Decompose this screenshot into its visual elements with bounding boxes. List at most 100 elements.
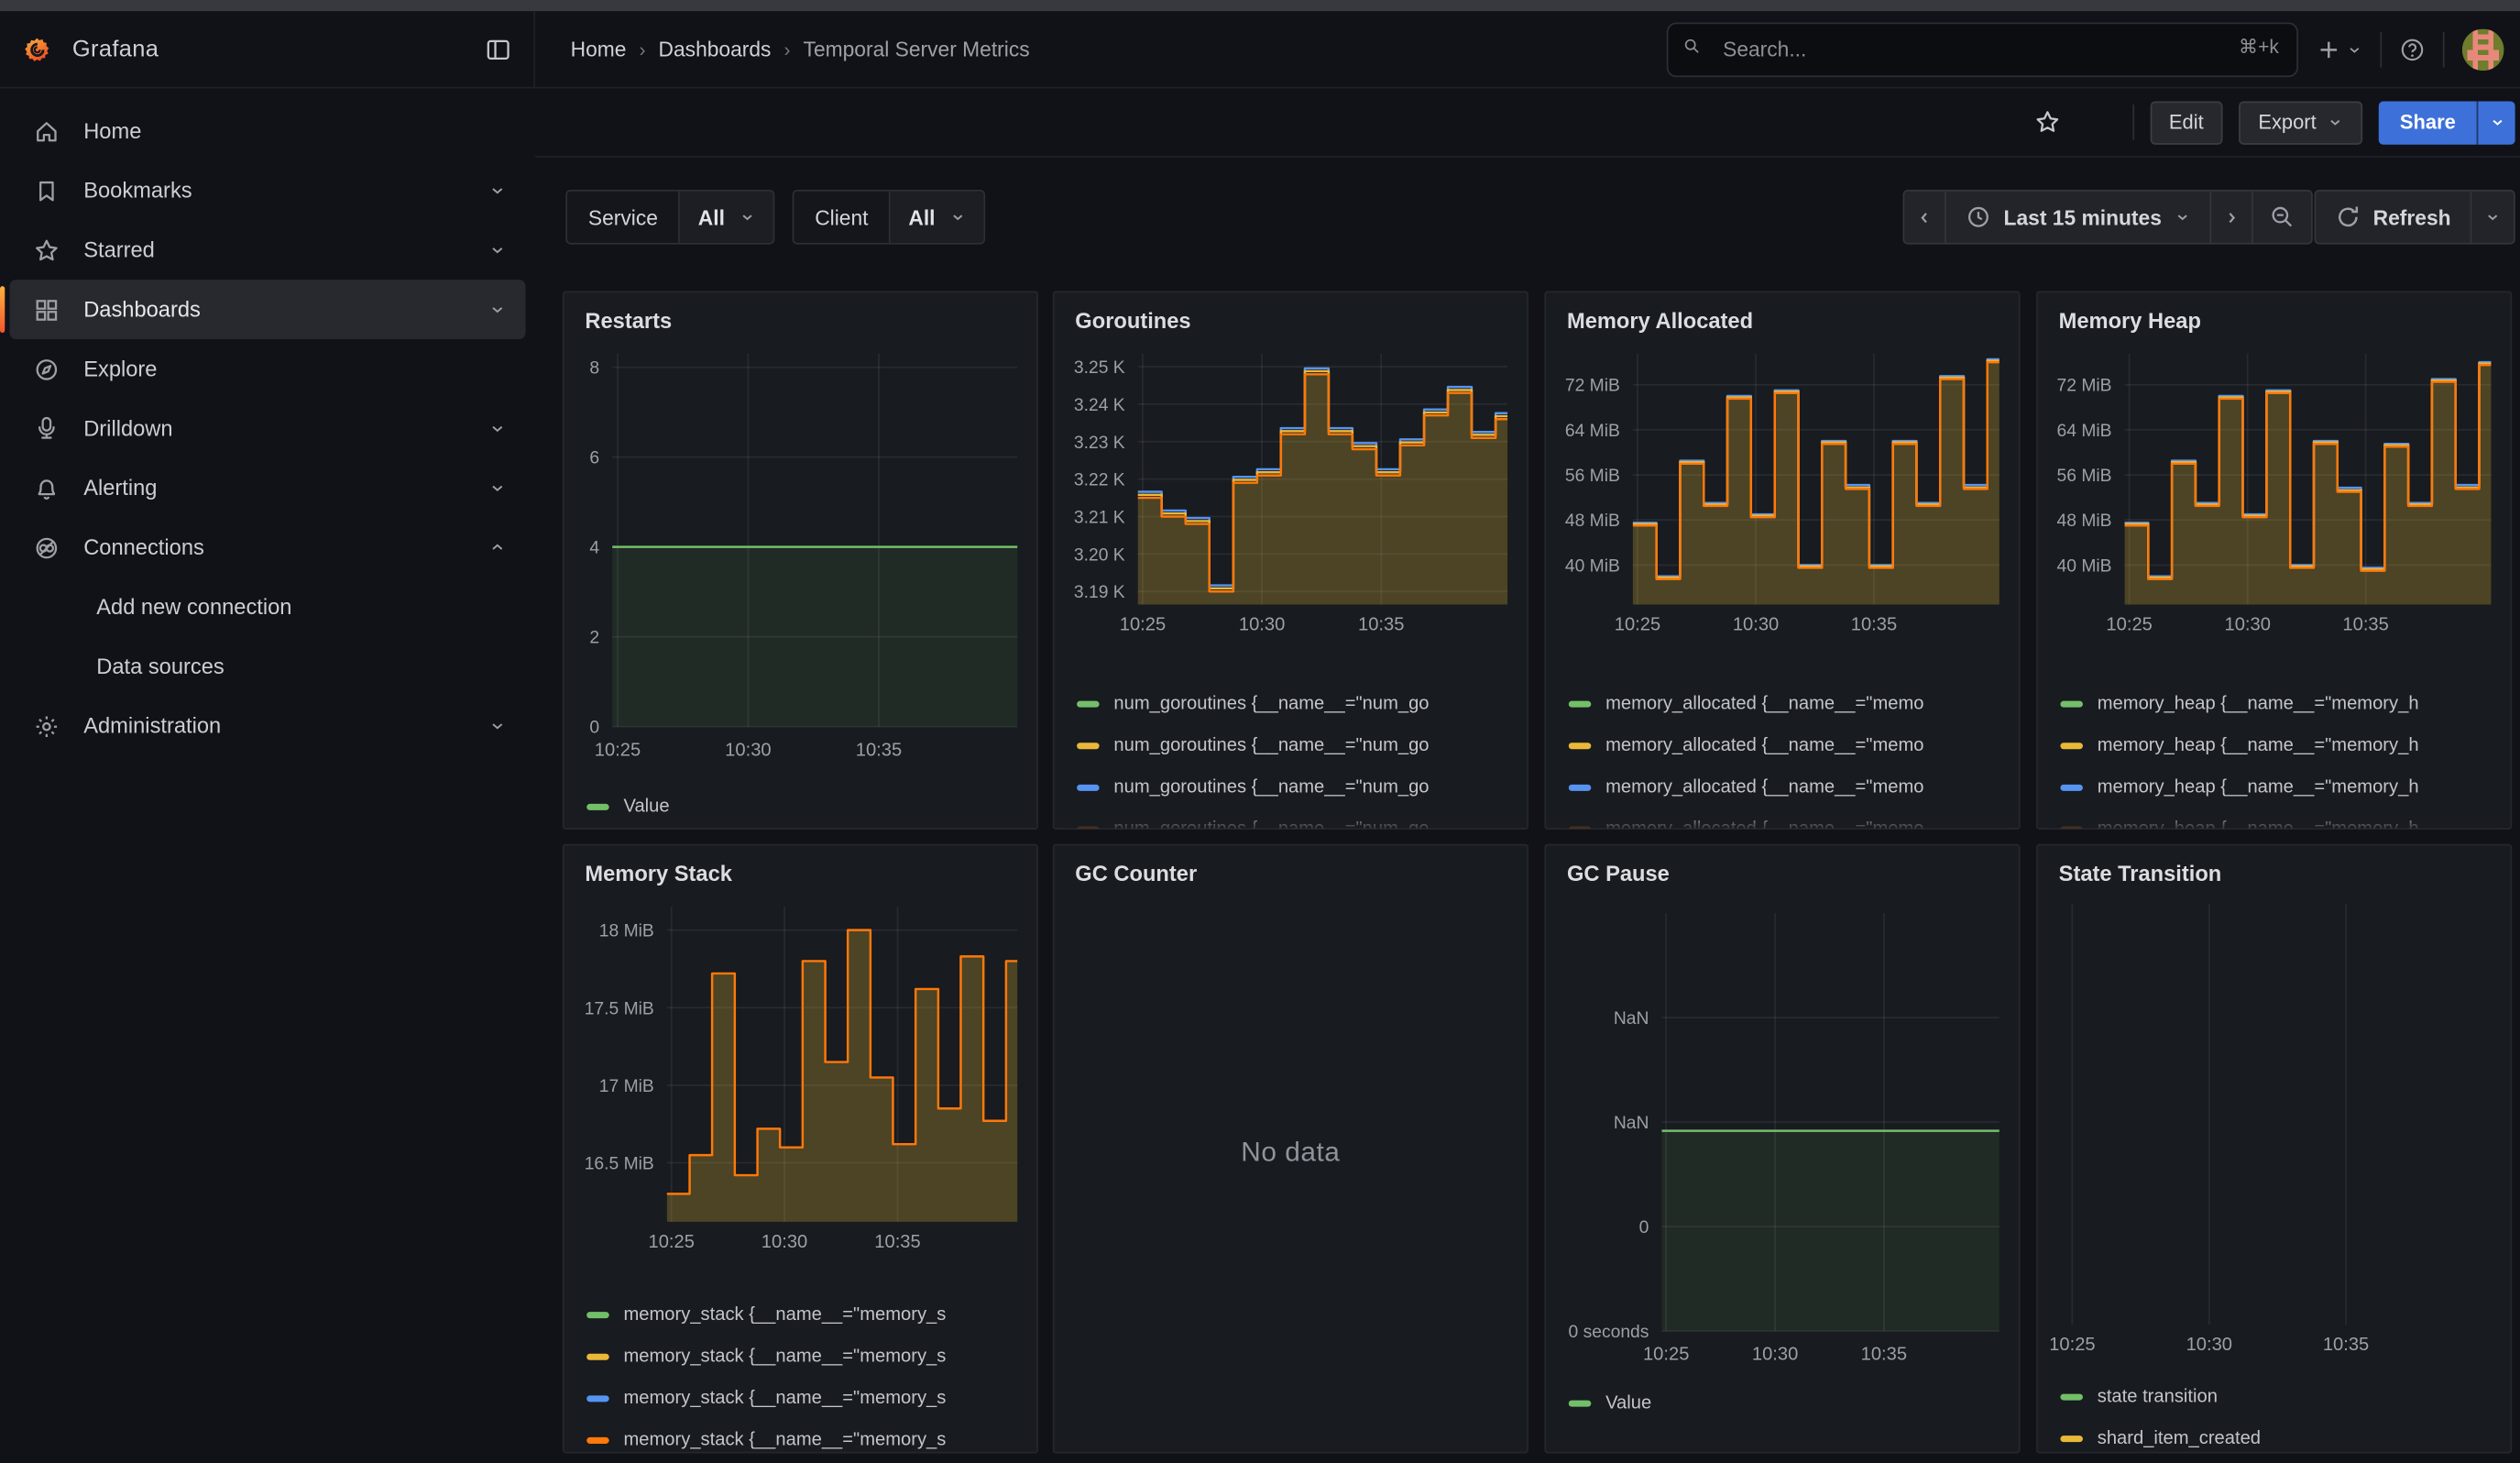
- svg-text:3.19 K: 3.19 K: [1074, 583, 1125, 602]
- sidebar-item-bookmarks[interactable]: Bookmarks: [10, 160, 526, 220]
- svg-text:40 MiB: 40 MiB: [1565, 556, 1620, 576]
- sidebar-collapse-icon[interactable]: [486, 36, 511, 61]
- edit-button[interactable]: Edit: [2150, 101, 2223, 144]
- legend-item[interactable]: memory_stack {__name__="memory_s: [586, 1336, 1024, 1378]
- sidebar-item-alerting[interactable]: Alerting: [10, 458, 526, 518]
- time-range-controls: Last 15 minutes: [1902, 190, 2313, 245]
- svg-text:3.25 K: 3.25 K: [1074, 358, 1125, 378]
- svg-text:10:30: 10:30: [725, 740, 771, 760]
- legend-item[interactable]: memory_allocated {__name__="memo: [1569, 808, 2006, 830]
- breadcrumb-current: Temporal Server Metrics: [804, 37, 1030, 60]
- add-button[interactable]: [2316, 36, 2362, 61]
- sidebar-item-dashboards[interactable]: Dashboards: [10, 280, 526, 339]
- service-filter-selected: All: [698, 205, 725, 229]
- breadcrumb-home[interactable]: Home: [571, 37, 627, 60]
- breadcrumb-dashboards[interactable]: Dashboards: [659, 37, 772, 60]
- memory-allocated-legend: memory_allocated {__name__="memomemory_a…: [1559, 683, 2006, 830]
- chevron-down-icon: [740, 209, 756, 226]
- zoom-out-button[interactable]: [2253, 192, 2311, 243]
- panel-title[interactable]: Restarts: [577, 305, 1024, 341]
- legend-item[interactable]: memory_stack {__name__="memory_s: [586, 1294, 1024, 1336]
- refresh-button[interactable]: Refresh: [2316, 192, 2472, 243]
- legend-item[interactable]: memory_heap {__name__="memory_h: [2060, 683, 2497, 725]
- grafana-logo-icon[interactable]: [24, 36, 49, 61]
- legend-item[interactable]: memory_stack {__name__="memory_s: [586, 1420, 1024, 1454]
- panel-title[interactable]: Memory Stack: [577, 859, 1024, 895]
- chevron-down-icon: [2175, 209, 2191, 226]
- user-avatar[interactable]: [2462, 28, 2504, 71]
- chevron-down-icon: [949, 209, 966, 226]
- time-range-picker[interactable]: Last 15 minutes: [1945, 192, 2211, 243]
- service-filter-value[interactable]: All: [681, 192, 773, 243]
- legend-item[interactable]: memory_heap {__name__="memory_h: [2060, 767, 2497, 809]
- service-filter: Service All: [565, 190, 774, 245]
- sidebar-item-starred[interactable]: Starred: [10, 220, 526, 280]
- svg-text:10:30: 10:30: [1239, 615, 1285, 635]
- search-box: ⌘+k: [1667, 22, 2298, 77]
- svg-text:17.5 MiB: 17.5 MiB: [585, 999, 654, 1018]
- search-shortcut: ⌘+k: [2239, 35, 2279, 58]
- legend-item[interactable]: num_goroutines {__name__="num_go: [1077, 767, 1514, 809]
- panel-title[interactable]: State Transition: [2051, 859, 2498, 895]
- sidebar-item-connections[interactable]: Connections: [10, 518, 526, 578]
- legend-item[interactable]: state transition: [2060, 1376, 2497, 1418]
- chevron-up-icon: [488, 539, 506, 556]
- breadcrumb-separator: ›: [639, 38, 645, 60]
- sidebar-list: HomeBookmarksStarredDashboardsExploreDri…: [0, 101, 535, 755]
- search-input[interactable]: [1667, 22, 2298, 77]
- panel-title[interactable]: GC Pause: [1559, 859, 2006, 895]
- sidebar-item-drilldown[interactable]: Drilldown: [10, 399, 526, 458]
- legend-item[interactable]: num_goroutines {__name__="num_go: [1077, 683, 1514, 725]
- refresh-interval-button[interactable]: [2471, 192, 2514, 243]
- export-button[interactable]: Export: [2239, 101, 2362, 144]
- chevron-down-icon: [488, 717, 506, 734]
- window-top-strip: [0, 0, 2520, 11]
- legend-item[interactable]: num_goroutines {__name__="num_go: [1077, 808, 1514, 830]
- legend-series-marker: [586, 1312, 609, 1318]
- legend-item[interactable]: shard_item_created: [2060, 1418, 2497, 1454]
- refresh-label: Refresh: [2373, 205, 2451, 229]
- chevron-down-icon: [2484, 209, 2501, 226]
- star-favorite-icon[interactable]: [2034, 109, 2060, 135]
- sidebar: HomeBookmarksStarredDashboardsExploreDri…: [0, 88, 535, 1463]
- sidebar-item-home[interactable]: Home: [10, 101, 526, 160]
- panel-title[interactable]: Memory Allocated: [1559, 305, 2006, 341]
- legend-item[interactable]: memory_heap {__name__="memory_h: [2060, 725, 2497, 767]
- legend-series-marker: [1077, 701, 1100, 708]
- navbar-right: ⌘+k: [1667, 11, 2520, 86]
- share-dropdown-button[interactable]: [2477, 101, 2515, 144]
- restarts-chart: 10:2510:3010:3502468: [577, 341, 1027, 765]
- legend-item[interactable]: memory_stack {__name__="memory_s: [586, 1378, 1024, 1420]
- svg-text:3.22 K: 3.22 K: [1074, 471, 1125, 490]
- panel-title[interactable]: Goroutines: [1068, 305, 1515, 341]
- sidebar-item-data-sources[interactable]: Data sources: [10, 637, 526, 697]
- legend-item[interactable]: memory_allocated {__name__="memo: [1569, 725, 2006, 767]
- client-filter-value[interactable]: All: [891, 192, 983, 243]
- time-back-button[interactable]: [1904, 192, 1946, 243]
- sidebar-item-add-new-connection[interactable]: Add new connection: [10, 578, 526, 637]
- legend-item[interactable]: Value: [586, 786, 1024, 829]
- svg-text:16.5 MiB: 16.5 MiB: [585, 1155, 654, 1174]
- legend-series-marker: [2060, 826, 2083, 830]
- legend-item[interactable]: num_goroutines {__name__="num_go: [1077, 725, 1514, 767]
- time-forward-button[interactable]: [2211, 192, 2253, 243]
- sidebar-item-explore[interactable]: Explore: [10, 339, 526, 399]
- panel-title[interactable]: GC Counter: [1068, 859, 1515, 895]
- panel-title[interactable]: Memory Heap: [2051, 305, 2498, 341]
- legend-item[interactable]: memory_allocated {__name__="memo: [1569, 683, 2006, 725]
- sidebar-item-administration[interactable]: Administration: [10, 696, 526, 755]
- help-icon[interactable]: [2399, 36, 2425, 61]
- svg-text:3.23 K: 3.23 K: [1074, 434, 1125, 453]
- legend-item[interactable]: Value: [1569, 1382, 2006, 1424]
- legend-item[interactable]: memory_heap {__name__="memory_h: [2060, 808, 2497, 830]
- divider: [2443, 31, 2445, 67]
- svg-text:64 MiB: 64 MiB: [2057, 422, 2112, 441]
- svg-text:10:30: 10:30: [761, 1232, 807, 1252]
- share-button[interactable]: Share: [2379, 101, 2477, 144]
- legend-series-label: memory_heap {__name__="memory_h: [2098, 820, 2419, 830]
- no-data-message: No data: [1055, 1137, 1528, 1169]
- legend-series-marker: [1569, 785, 1592, 791]
- svg-text:10:30: 10:30: [1733, 615, 1779, 635]
- legend-series-marker: [586, 1395, 609, 1402]
- legend-item[interactable]: memory_allocated {__name__="memo: [1569, 767, 2006, 809]
